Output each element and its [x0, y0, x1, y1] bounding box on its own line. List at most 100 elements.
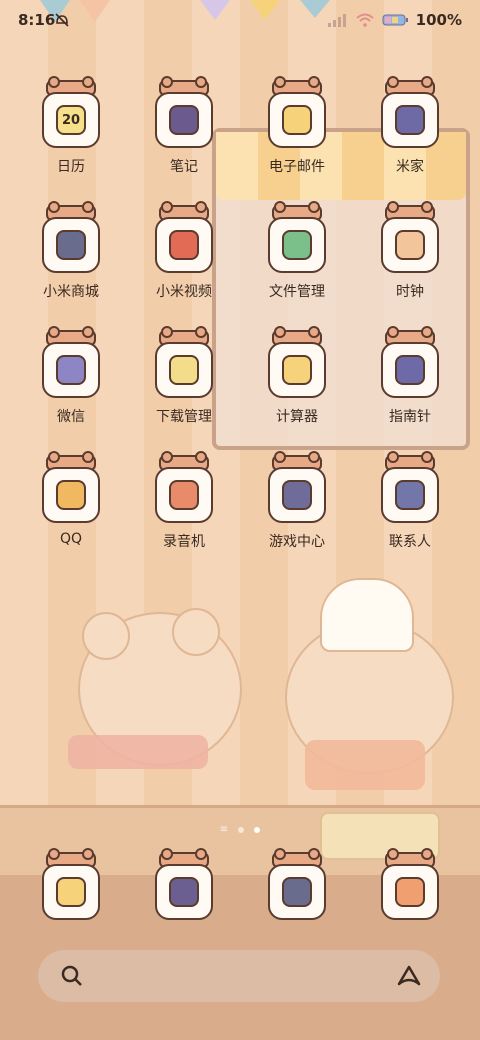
jar-body: [42, 864, 100, 920]
contacts-icon: [395, 480, 425, 510]
mi-store-icon: [56, 230, 86, 260]
download-icon: [169, 355, 199, 385]
app-label: 文件管理: [269, 284, 325, 300]
jar-body: [268, 342, 326, 398]
jar-body: [42, 467, 100, 523]
jar-body: [155, 342, 213, 398]
app-recorder-jar: [155, 451, 213, 523]
app-mijia[interactable]: 米家: [360, 76, 460, 176]
app-label: 米家: [396, 159, 424, 175]
jar-body: [381, 217, 439, 273]
jar-ear: [387, 76, 399, 88]
jar-ear: [308, 326, 320, 338]
browser-icon: [282, 877, 312, 907]
jar-ear: [48, 451, 60, 463]
jar-ear: [421, 76, 433, 88]
app-mi-store-jar: [42, 201, 100, 273]
jar-body: [268, 92, 326, 148]
app-contacts[interactable]: 联系人: [360, 451, 460, 551]
jar-ear: [274, 451, 286, 463]
app-label: 微信: [57, 409, 85, 425]
jar-ear: [82, 326, 94, 338]
jar-body: [42, 342, 100, 398]
app-game-center[interactable]: 游戏中心: [247, 451, 347, 551]
game-center-icon: [282, 480, 312, 510]
jar-ear: [308, 201, 320, 213]
calculator-icon: [282, 355, 312, 385]
jar-body: [155, 92, 213, 148]
jar-ear: [195, 76, 207, 88]
jar-ear: [82, 201, 94, 213]
dock-browser-jar: [268, 848, 326, 920]
jar-ear: [161, 451, 173, 463]
app-clock[interactable]: 时钟: [360, 201, 460, 301]
wechat-icon: [56, 355, 86, 385]
page-indicator[interactable]: ≡: [0, 824, 480, 835]
search-bar[interactable]: [38, 950, 440, 1002]
dock-phone[interactable]: [21, 848, 121, 920]
dock-browser[interactable]: [247, 848, 347, 920]
page-dot-1[interactable]: [238, 826, 245, 833]
app-download[interactable]: 下载管理: [134, 326, 234, 426]
search-icon[interactable]: [60, 964, 84, 988]
app-recorder[interactable]: 录音机: [134, 451, 234, 551]
clock-icon: [395, 230, 425, 260]
wifi-icon: [355, 13, 374, 27]
app-mi-video-jar: [155, 201, 213, 273]
app-label: QQ: [59, 531, 83, 547]
app-label: 指南针: [389, 409, 431, 425]
assistant-icon[interactable]: [396, 964, 422, 988]
bear-left-ear-right: [172, 608, 220, 656]
jar-ear: [387, 201, 399, 213]
app-qq[interactable]: QQ: [21, 451, 121, 547]
app-email[interactable]: 电子邮件: [247, 76, 347, 176]
app-file-manager[interactable]: 文件管理: [247, 201, 347, 301]
app-label: 联系人: [389, 534, 431, 550]
app-wechat[interactable]: 微信: [21, 326, 121, 426]
app-label: 小米视频: [156, 284, 212, 300]
jar-ear: [161, 76, 173, 88]
jar-body: [381, 92, 439, 148]
camera-icon: [395, 877, 425, 907]
app-label: 录音机: [163, 534, 205, 550]
mijia-icon: [395, 105, 425, 135]
jar-ear: [274, 76, 286, 88]
jar-ear: [48, 848, 60, 860]
app-calendar[interactable]: 20 日历: [21, 76, 121, 176]
dock-messages[interactable]: [134, 848, 234, 920]
jar-ear: [161, 201, 173, 213]
jar-ear: [82, 848, 94, 860]
mi-video-icon: [169, 230, 199, 260]
recorder-icon: [169, 480, 199, 510]
app-notes[interactable]: 笔记: [134, 76, 234, 176]
page-dot-2[interactable]: [254, 826, 261, 833]
app-wechat-jar: [42, 326, 100, 398]
qq-icon: [56, 480, 86, 510]
bear-left-ear-left: [82, 612, 130, 660]
jar-body: [268, 864, 326, 920]
bear-left-scarf: [68, 735, 208, 769]
app-label: 计算器: [276, 409, 318, 425]
app-clock-jar: [381, 201, 439, 273]
messages-icon: [169, 877, 199, 907]
jar-body: [155, 864, 213, 920]
app-email-jar: [268, 76, 326, 148]
jar-body: [268, 467, 326, 523]
app-calculator[interactable]: 计算器: [247, 326, 347, 426]
app-label: 电子邮件: [269, 159, 325, 175]
status-indicators: 100%: [327, 11, 462, 29]
jar-ear: [161, 326, 173, 338]
app-qq-jar: [42, 451, 100, 523]
jar-ear: [387, 451, 399, 463]
jar-body: [42, 217, 100, 273]
app-file-manager-jar: [268, 201, 326, 273]
jar-body: [381, 467, 439, 523]
app-notes-jar: [155, 76, 213, 148]
app-compass[interactable]: 指南针: [360, 326, 460, 426]
jar-body: [155, 217, 213, 273]
app-mi-store[interactable]: 小米商城: [21, 201, 121, 301]
app-mi-video[interactable]: 小米视频: [134, 201, 234, 301]
app-label: 游戏中心: [269, 534, 325, 550]
dock-camera[interactable]: [360, 848, 460, 920]
app-download-jar: [155, 326, 213, 398]
